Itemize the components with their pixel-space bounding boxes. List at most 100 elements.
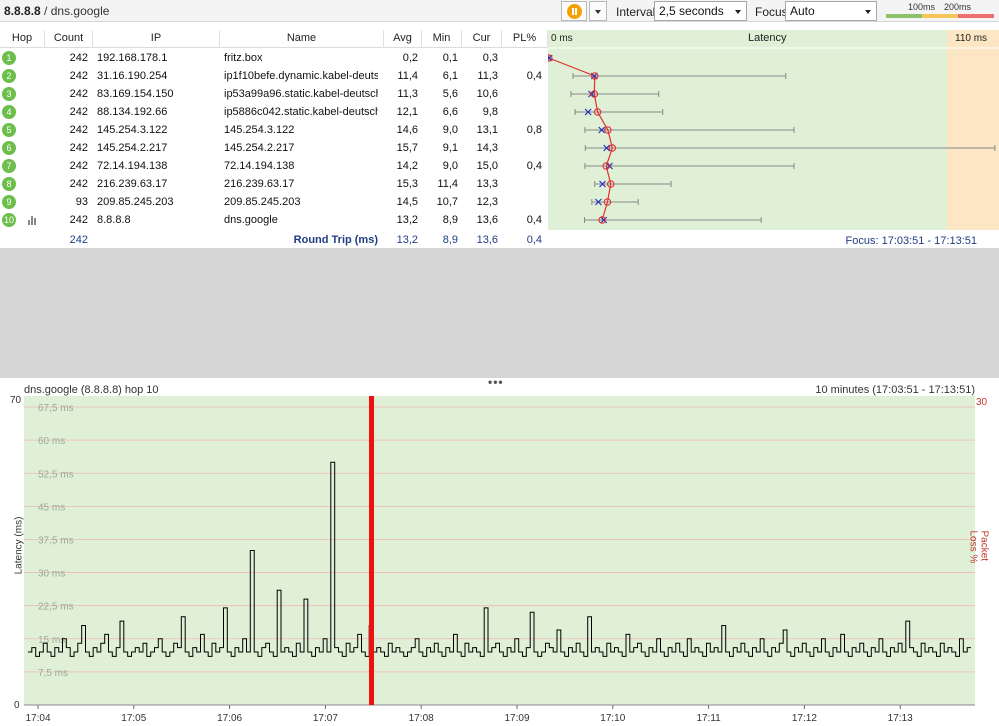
target-title: 8.8.8.8 / dns.google — [4, 4, 109, 18]
x-tick-label: 17:10 — [600, 713, 625, 724]
cell-pl — [502, 193, 542, 211]
y-tick-label: 22,5 ms — [38, 602, 74, 613]
cell-pl — [502, 103, 542, 121]
x-tick-label: 17:07 — [313, 713, 338, 724]
col-min[interactable]: Min — [422, 30, 462, 48]
cell-avg: 15,3 — [396, 178, 418, 190]
hop-row[interactable]: 7 242 72.14.194.138 72.14.194.138 14,2 9,0 15,… — [0, 157, 560, 175]
cell-ip: 216.239.63.17 — [97, 178, 168, 190]
cell-ip: 8.8.8.8 — [97, 214, 131, 226]
cell-avg: 14,5 — [396, 196, 418, 208]
hop-row[interactable]: 5 242 145.254.3.122 145.254.3.122 14,6 9,0 13,… — [0, 121, 560, 139]
plot-area — [24, 396, 975, 705]
scale-100-label: 100ms — [908, 2, 936, 12]
cell-name: ip53a99a96.static.kabel-deutsch — [224, 88, 378, 100]
cell-count: 93 — [75, 196, 88, 208]
cell-name: dns.google — [224, 214, 278, 226]
cell-min: 11,4 — [437, 178, 458, 190]
interval-label: Interval — [616, 5, 656, 19]
hop-number-badge: 4 — [2, 105, 16, 119]
cell-count: 242 — [69, 214, 88, 226]
hop-row[interactable]: 9 93 209.85.245.203 209.85.245.203 14,5 10,7 1… — [0, 193, 548, 211]
chevron-down-icon — [865, 10, 871, 14]
cell-pl: 0,4 — [526, 160, 542, 172]
target-name: dns.google — [50, 4, 110, 18]
hop-number-badge: 7 — [2, 159, 16, 173]
cell-avg: 13,2 — [396, 214, 418, 226]
cell-cur: 13,1 — [476, 124, 498, 136]
splitter-handle[interactable]: ••• — [488, 375, 504, 389]
hop-row[interactable]: 10 242 8.8.8.8 dns.google 13,2 8,9 13,6 0,4 — [0, 211, 560, 229]
cell-min: 10,7 — [436, 196, 458, 208]
x-tick-label: 17:11 — [696, 713, 721, 724]
y-tick-label: 67,5 ms — [38, 403, 74, 414]
y-axis-label: Latency (ms) — [13, 516, 25, 575]
pause-button[interactable] — [561, 1, 587, 21]
cell-ip: 145.254.3.122 — [97, 124, 168, 136]
cell-avg: 0,2 — [402, 52, 418, 64]
cell-cur: 13,3 — [476, 178, 498, 190]
cell-pl: 0,4 — [526, 214, 542, 226]
cell-pl — [502, 139, 542, 157]
cell-avg: 14,2 — [396, 160, 418, 172]
cell-count: 242 — [69, 70, 88, 82]
summary-count: 242 — [69, 234, 88, 246]
hop-row[interactable]: 6 242 145.254.2.217 145.254.2.217 15,7 9,1 14,… — [0, 139, 548, 157]
col-pl[interactable]: PL% — [502, 30, 548, 48]
col-ip[interactable]: IP — [93, 30, 220, 48]
hop-row[interactable]: 1 242 192.168.178.1 fritz.box 0,2 0,1 0,3 — [0, 49, 548, 67]
col-count[interactable]: Count — [45, 30, 93, 48]
interval-value: 2,5 seconds — [659, 4, 724, 18]
interval-select[interactable]: 2,5 seconds — [654, 1, 747, 21]
y-tick-label: 30 ms — [38, 569, 65, 580]
cell-pl — [502, 49, 542, 67]
pause-dropdown-button[interactable] — [589, 1, 607, 21]
hop-number-badge: 9 — [2, 195, 16, 209]
cell-name: ip5886c042.static.kabel-deutsch — [224, 106, 378, 118]
summary-pl: 0,4 — [526, 234, 542, 246]
y-tick-label: 52,5 ms — [38, 469, 74, 480]
cell-cur: 15,0 — [476, 160, 498, 172]
target-ip: 8.8.8.8 — [4, 4, 41, 18]
scale-good-bar — [886, 14, 922, 18]
hop-row[interactable]: 8 242 216.239.63.17 216.239.63.17 15,3 11,4 13… — [0, 175, 548, 193]
cell-name: 72.14.194.138 — [224, 160, 295, 172]
cell-avg: 15,7 — [396, 142, 418, 154]
pause-icon — [566, 3, 582, 19]
hop-number-badge: 8 — [2, 177, 16, 191]
y-zero-label: 0 — [14, 700, 20, 711]
cell-ip: 145.254.2.217 — [97, 142, 168, 154]
x-tick-label: 17:13 — [888, 713, 913, 724]
y-tick-label: 37,5 ms — [38, 535, 74, 546]
cell-count: 242 — [69, 178, 88, 190]
y-tick-label: 60 ms — [38, 436, 65, 447]
col-cur[interactable]: Cur — [462, 30, 502, 48]
focus-time-range: Focus: 17:03:51 - 17:13:51 — [845, 235, 977, 247]
title-separator: / — [40, 4, 51, 18]
cell-ip: 83.169.154.150 — [97, 88, 174, 100]
cell-count: 242 — [69, 52, 88, 64]
col-hop[interactable]: Hop — [0, 30, 45, 48]
y-tick-label: 45 ms — [38, 502, 65, 513]
cell-name: 209.85.245.203 — [224, 196, 301, 208]
hop-row[interactable]: 3 242 83.169.154.150 ip53a99a96.static.kabe… — [0, 85, 548, 103]
cell-min: 9,1 — [442, 142, 458, 154]
packet-loss-bar — [369, 396, 374, 705]
cell-name: 145.254.2.217 — [224, 142, 295, 154]
graph-icon[interactable] — [28, 216, 38, 225]
cell-count: 242 — [69, 142, 88, 154]
col-name[interactable]: Name — [220, 30, 384, 48]
hop-number-badge: 1 — [2, 51, 16, 65]
focus-select[interactable]: Auto — [785, 1, 877, 21]
cell-name: fritz.box — [224, 52, 263, 64]
hop-row[interactable]: 4 242 88.134.192.66 ip5886c042.static.kabel… — [0, 103, 548, 121]
scale-200-label: 200ms — [944, 2, 972, 12]
latency-min-label: 0 ms — [551, 33, 573, 44]
y2-axis-label: Packet Loss % — [967, 530, 990, 564]
empty-area — [0, 248, 999, 378]
col-avg[interactable]: Avg — [384, 30, 422, 48]
cell-ip: 192.168.178.1 — [97, 52, 168, 64]
hop-row[interactable]: 2 242 31.16.190.254 ip1f10befe.dynamic.kabe… — [0, 67, 560, 85]
cell-count: 242 — [69, 88, 88, 100]
scale-warn-bar — [922, 14, 958, 18]
